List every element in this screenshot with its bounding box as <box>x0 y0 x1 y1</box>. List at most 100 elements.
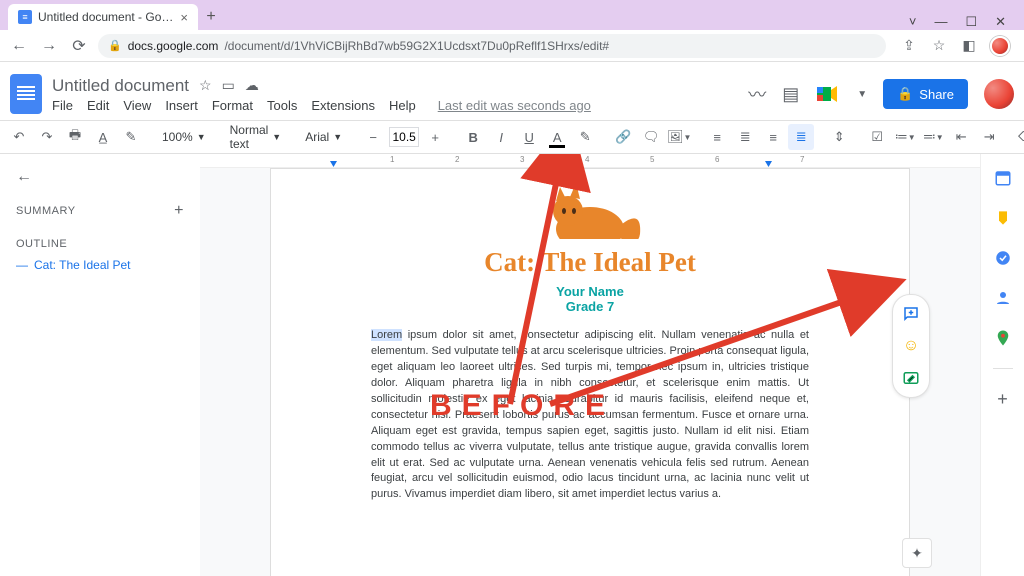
bold-button[interactable]: B <box>460 124 486 150</box>
add-comment-button[interactable]: 🗨 <box>638 124 664 150</box>
insert-link-button[interactable]: 🔗 <box>610 124 636 150</box>
outline-panel: ← SUMMARY + OUTLINE — Cat: The Ideal Pet <box>0 154 200 576</box>
insert-image-button[interactable]: 🖼▼ <box>666 124 692 150</box>
cloud-icon[interactable]: ☁ <box>245 77 259 94</box>
document-subtitle-2[interactable]: Grade 7 <box>371 299 809 314</box>
document-page[interactable]: Cat: The Ideal Pet Your Name Grade 7 Lor… <box>270 168 910 576</box>
last-edit-text[interactable]: Last edit was seconds ago <box>438 98 591 113</box>
tasks-icon[interactable] <box>993 248 1013 268</box>
selected-text: Lorem <box>371 329 402 341</box>
keep-icon[interactable] <box>993 208 1013 228</box>
share-url-icon[interactable]: ⇪ <box>900 37 918 55</box>
minimize-icon[interactable]: — <box>934 14 947 30</box>
docs-favicon: ≡ <box>18 10 32 24</box>
lock-share-icon: 🔒 <box>897 86 913 102</box>
increase-font-button[interactable]: + <box>422 124 448 150</box>
workspace: ← SUMMARY + OUTLINE — Cat: The Ideal Pet… <box>0 154 1024 576</box>
print-button[interactable]: 🖶 <box>62 124 88 150</box>
right-indent-marker[interactable] <box>765 161 772 167</box>
checklist-button[interactable]: ☑ <box>864 124 890 150</box>
share-label: Share <box>919 87 954 102</box>
decrease-indent-button[interactable]: ⇤ <box>948 124 974 150</box>
document-body-text[interactable]: Lorem ipsum dolor sit amet, consectetur … <box>371 328 809 503</box>
account-avatar[interactable] <box>984 79 1014 109</box>
line-spacing-button[interactable]: ⇕ <box>826 124 852 150</box>
move-icon[interactable]: ▭ <box>222 77 235 94</box>
menu-extensions[interactable]: Extensions <box>311 98 375 113</box>
redo-button[interactable]: ↷ <box>34 124 60 150</box>
document-title[interactable]: Untitled document <box>52 76 189 96</box>
trend-icon[interactable]: 〰 <box>748 81 766 107</box>
document-canvas[interactable]: 1 2 3 4 5 6 7 <box>200 154 980 576</box>
bullet-list-button[interactable]: ≔▼ <box>892 124 918 150</box>
menu-format[interactable]: Format <box>212 98 253 113</box>
url-input[interactable]: 🔒 docs.google.com/document/d/1VhViCBijRh… <box>98 34 886 58</box>
back-button[interactable]: ← <box>8 35 30 57</box>
comment-history-icon[interactable]: ▤ <box>782 84 799 105</box>
selection-actions: ☺ <box>892 294 930 398</box>
suggest-edits-pill[interactable] <box>898 365 924 391</box>
italic-button[interactable]: I <box>488 124 514 150</box>
left-indent-marker[interactable] <box>330 161 337 167</box>
outline-heading: OUTLINE <box>16 238 67 250</box>
maximize-icon[interactable]: ☐ <box>965 14 977 30</box>
text-color-button[interactable]: A <box>544 124 570 150</box>
menu-file[interactable]: File <box>52 98 73 113</box>
document-subtitle-1[interactable]: Your Name <box>371 284 809 299</box>
meet-dropdown-icon[interactable]: ▼ <box>857 89 867 100</box>
emoji-reaction-pill[interactable]: ☺ <box>898 333 924 359</box>
add-comment-pill[interactable] <box>898 301 924 327</box>
body-rest: ipsum dolor sit amet, consectetur adipis… <box>371 329 809 500</box>
highlight-button[interactable]: ✎ <box>572 124 598 150</box>
maps-icon[interactable] <box>993 328 1013 348</box>
bookmark-icon[interactable]: ☆ <box>930 37 948 55</box>
document-heading[interactable]: Cat: The Ideal Pet <box>371 247 809 278</box>
numbered-list-button[interactable]: ≕▼ <box>920 124 946 150</box>
window-controls: ˅ — ☐ ✕ <box>909 14 1016 30</box>
menu-insert[interactable]: Insert <box>165 98 198 113</box>
extensions-icon[interactable]: ◧ <box>960 37 978 55</box>
tab-title: Untitled document - Google Do <box>38 10 174 24</box>
cat-image[interactable] <box>530 169 650 239</box>
browser-profile-avatar[interactable] <box>990 36 1010 56</box>
get-addons-button[interactable]: + <box>997 389 1008 410</box>
align-center-button[interactable]: ≣ <box>732 124 758 150</box>
horizontal-ruler[interactable]: 1 2 3 4 5 6 7 <box>200 154 980 168</box>
paint-format-button[interactable]: ✎ <box>118 124 144 150</box>
zoom-select[interactable]: 100%▼ <box>156 124 212 150</box>
underline-button[interactable]: U <box>516 124 542 150</box>
close-window-icon[interactable]: ✕ <box>995 14 1006 30</box>
undo-button[interactable]: ↶ <box>6 124 32 150</box>
outline-item[interactable]: — Cat: The Ideal Pet <box>16 258 184 272</box>
new-tab-button[interactable]: + <box>198 4 224 30</box>
star-icon[interactable]: ☆ <box>199 77 212 94</box>
increase-indent-button[interactable]: ⇥ <box>976 124 1002 150</box>
forward-button[interactable]: → <box>38 35 60 57</box>
spellcheck-button[interactable]: A̲ <box>90 124 116 150</box>
browser-tab[interactable]: ≡ Untitled document - Google Do × <box>8 4 198 30</box>
calendar-icon[interactable] <box>993 168 1013 188</box>
align-left-button[interactable]: ≡ <box>704 124 730 150</box>
add-summary-button[interactable]: + <box>174 202 184 220</box>
menu-view[interactable]: View <box>123 98 151 113</box>
clear-formatting-button[interactable]: ⌫ <box>1014 124 1024 150</box>
align-justify-button[interactable]: ≣ <box>788 124 814 150</box>
menu-help[interactable]: Help <box>389 98 416 113</box>
reload-button[interactable]: ⟳ <box>68 35 90 57</box>
font-size-input[interactable] <box>389 127 419 147</box>
side-panel: + <box>980 154 1024 576</box>
align-right-button[interactable]: ≡ <box>760 124 786 150</box>
menu-tools[interactable]: Tools <box>267 98 297 113</box>
font-select[interactable]: Arial▼ <box>299 124 348 150</box>
explore-button[interactable]: ✦ <box>902 538 932 568</box>
chevron-down-icon[interactable]: ˅ <box>909 14 917 30</box>
style-select[interactable]: Normal text▼ <box>224 124 288 150</box>
meet-icon[interactable] <box>815 83 841 105</box>
menu-edit[interactable]: Edit <box>87 98 109 113</box>
contacts-icon[interactable] <box>993 288 1013 308</box>
decrease-font-button[interactable]: − <box>360 124 386 150</box>
share-button[interactable]: 🔒 Share <box>883 79 968 109</box>
collapse-outline-icon[interactable]: ← <box>16 168 184 186</box>
docs-logo[interactable] <box>10 74 42 114</box>
close-tab-icon[interactable]: × <box>180 10 188 25</box>
